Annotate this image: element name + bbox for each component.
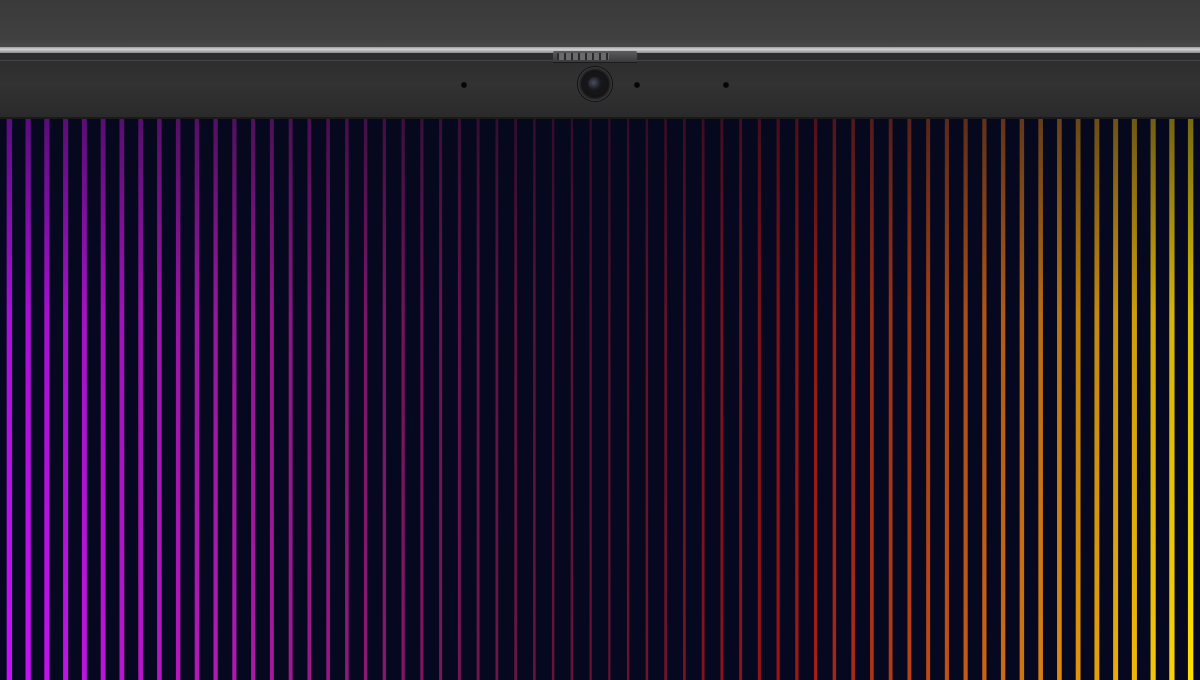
microphone-left-icon — [461, 82, 467, 88]
camera-indicator-light-icon — [634, 82, 640, 88]
privacy-shutter-icon[interactable] — [553, 51, 637, 62]
microphone-right-icon — [723, 82, 729, 88]
display-screen — [0, 119, 1200, 680]
laptop-scene — [0, 0, 1200, 680]
laptop-lid — [0, 0, 1200, 48]
webcam-icon — [578, 67, 612, 101]
shutter-grip — [557, 53, 609, 60]
webcam-lens — [588, 77, 602, 91]
wallpaper — [0, 119, 1200, 680]
